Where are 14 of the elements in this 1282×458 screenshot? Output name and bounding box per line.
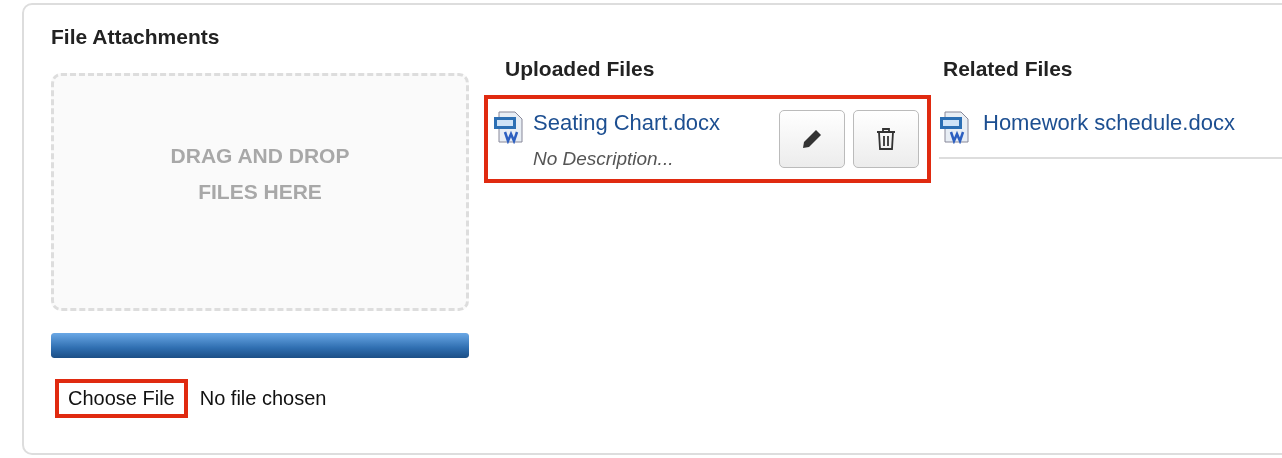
- file-link[interactable]: Seating Chart.docx: [533, 110, 773, 136]
- panel-title: File Attachments: [51, 25, 221, 50]
- file-description: No Description...: [533, 148, 675, 170]
- trash-icon: [876, 128, 896, 150]
- drop-zone-text: DRAG AND DROP: [170, 143, 350, 169]
- delete-button[interactable]: [853, 110, 919, 168]
- related-files-heading: Related Files: [943, 57, 1074, 82]
- file-link[interactable]: Homework schedule.docx: [983, 110, 1235, 136]
- edit-button[interactable]: [779, 110, 845, 168]
- choose-file-button[interactable]: Choose File: [55, 379, 188, 418]
- file-status: No file chosen: [199, 387, 327, 410]
- pencil-icon: [801, 128, 823, 150]
- uploaded-files-heading: Uploaded Files: [505, 57, 656, 82]
- drop-zone-text: FILES HERE: [198, 179, 322, 205]
